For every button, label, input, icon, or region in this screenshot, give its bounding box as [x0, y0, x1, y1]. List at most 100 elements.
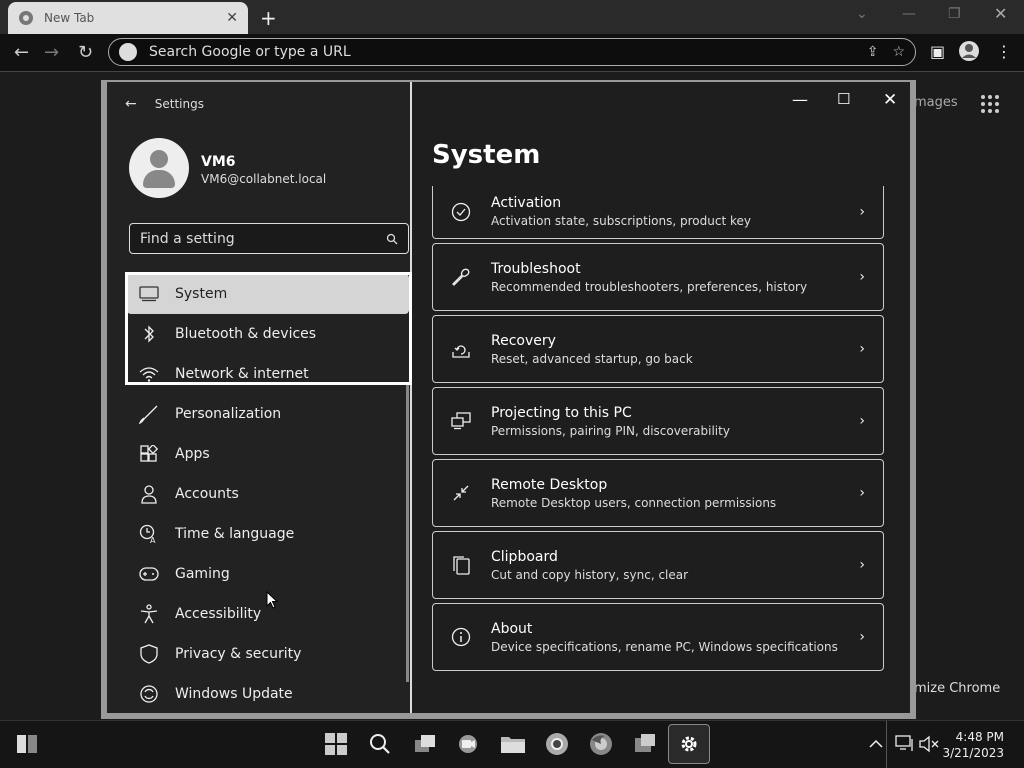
nav-item-bluetooth[interactable]: Bluetooth & devices [127, 314, 409, 354]
settings-gear-icon[interactable] [676, 731, 702, 757]
clock-time: 4:48 PM [955, 730, 1004, 744]
omnibox[interactable]: Search Google or type a URL ⇪ ☆ [108, 38, 916, 66]
card-subtitle: Cut and copy history, sync, clear [491, 567, 689, 582]
bookmark-star-icon[interactable]: ☆ [892, 44, 905, 60]
menu-kebab-icon[interactable]: ⋮ [996, 42, 1012, 61]
remote-app-icon[interactable] [632, 731, 658, 757]
card-activation[interactable]: Activation Activation state, subscription… [432, 186, 884, 239]
minimize-browser-icon[interactable]: — [902, 6, 916, 22]
card-subtitle: Permissions, pairing PIN, discoverabilit… [491, 423, 730, 438]
new-tab-icon[interactable]: + [260, 6, 277, 30]
nav-label: Accessibility [175, 606, 262, 622]
chevron-right-icon: › [859, 557, 865, 573]
nav-label: Privacy & security [175, 646, 302, 662]
back-arrow-icon[interactable]: ← [125, 96, 137, 112]
customize-chrome-button[interactable]: mize Chrome [914, 681, 1000, 696]
bluetooth-icon [139, 324, 159, 344]
card-title: Troubleshoot [491, 260, 581, 277]
nav-item-network[interactable]: Network & internet [127, 354, 409, 394]
reload-icon[interactable]: ↻ [78, 42, 93, 63]
settings-window: ← Settings VM6 VM6@collabnet.local Syste… [101, 80, 916, 719]
project-icon [451, 411, 471, 431]
card-clipboard[interactable]: Clipboard Cut and copy history, sync, cle… [432, 531, 884, 599]
card-subtitle: Recommended troubleshooters, preferences… [491, 279, 808, 294]
card-remote-desktop[interactable]: Remote Desktop Remote Desktop users, conn… [432, 459, 884, 527]
card-troubleshoot[interactable]: Troubleshoot Recommended troubleshooters,… [432, 243, 884, 311]
network-status-icon[interactable] [892, 731, 918, 757]
teams-chat-icon[interactable] [455, 731, 481, 757]
firefox-icon[interactable] [588, 731, 614, 757]
browser-toolbar: ← → ↻ Search Google or type a URL ⇪ ☆ ▣ … [0, 34, 1024, 72]
search-icon[interactable] [386, 233, 398, 245]
images-link[interactable]: mages [914, 95, 958, 110]
card-subtitle: Remote Desktop users, connection permiss… [491, 495, 777, 510]
taskbar-clock[interactable]: 4:48 PM 3/21/2023 [942, 729, 1004, 761]
omnibox-placeholder: Search Google or type a URL [149, 44, 351, 60]
card-subtitle: Activation state, subscriptions, product… [491, 214, 751, 228]
start-windows-icon[interactable] [323, 731, 349, 757]
apps-icon [139, 444, 159, 464]
sidebar-scrollbar[interactable] [406, 382, 409, 682]
card-projecting[interactable]: Projecting to this PC Permissions, pairin… [432, 387, 884, 455]
user-email: VM6@collabnet.local [201, 172, 327, 186]
tab-close-icon[interactable]: ✕ [226, 10, 238, 26]
tray-divider [886, 721, 887, 768]
volume-muted-icon[interactable] [916, 731, 942, 757]
nav-item-apps[interactable]: Apps [127, 434, 409, 474]
card-subtitle: Device specifications, rename PC, Window… [491, 639, 838, 654]
file-explorer-icon[interactable] [500, 731, 526, 757]
nav-item-privacy-security[interactable]: Privacy & security [127, 634, 409, 674]
side-panel-icon[interactable]: ▣ [930, 42, 945, 61]
card-subtitle: Reset, advanced startup, go back [491, 351, 693, 366]
card-title: Projecting to this PC [491, 404, 632, 421]
user-avatar[interactable] [129, 138, 189, 198]
nav-item-time-language[interactable]: A Time & language [127, 514, 409, 554]
task-view-icon[interactable] [412, 731, 438, 757]
monitor-icon [139, 284, 159, 304]
chevron-right-icon: › [859, 203, 865, 220]
restore-browser-icon[interactable]: ❐ [948, 6, 961, 22]
nav-item-system[interactable]: System [127, 274, 409, 314]
check-circle-icon [451, 202, 471, 222]
widgets-icon[interactable] [14, 731, 40, 757]
taskbar: 4:48 PM 3/21/2023 [0, 720, 1024, 768]
tab-search-icon[interactable]: ⌄ [856, 6, 868, 22]
forward-icon[interactable]: → [44, 42, 59, 63]
nav-label: Bluetooth & devices [175, 326, 317, 342]
clock-date: 3/21/2023 [942, 746, 1004, 760]
nav-label: Gaming [175, 566, 230, 582]
nav-item-personalization[interactable]: Personalization [127, 394, 409, 434]
clock-globe-icon: A [139, 524, 159, 544]
chevron-right-icon: › [859, 413, 865, 429]
tab-title: New Tab [44, 11, 95, 25]
maximize-window-icon[interactable]: ☐ [837, 90, 850, 108]
card-title: Remote Desktop [491, 476, 608, 493]
card-about[interactable]: About Device specifications, rename PC, W… [432, 603, 884, 671]
nav-item-accounts[interactable]: Accounts [127, 474, 409, 514]
nav-label: Apps [175, 446, 210, 462]
brush-icon [139, 404, 159, 424]
taskbar-search-icon[interactable] [367, 731, 393, 757]
close-window-icon[interactable]: ✕ [883, 90, 897, 110]
share-icon[interactable]: ⇪ [867, 44, 879, 60]
chrome-taskbar-icon[interactable] [544, 731, 570, 757]
profile-avatar[interactable] [958, 40, 980, 66]
nav-item-windows-update[interactable]: Windows Update [127, 674, 409, 714]
clipboard-icon [451, 555, 471, 575]
close-browser-icon[interactable]: ✕ [994, 4, 1007, 23]
settings-nav: System Bluetooth & devices Network & int… [127, 274, 409, 714]
nav-label: Time & language [175, 526, 295, 542]
mouse-cursor-icon [266, 591, 278, 609]
remote-desktop-icon [451, 483, 471, 503]
browser-tab[interactable]: New Tab ✕ [8, 2, 248, 34]
google-apps-icon[interactable] [980, 94, 1000, 114]
update-icon [139, 684, 159, 704]
find-setting-input[interactable] [140, 230, 386, 247]
back-icon[interactable]: ← [14, 42, 29, 63]
card-recovery[interactable]: Recovery Reset, advanced startup, go back… [432, 315, 884, 383]
nav-item-gaming[interactable]: Gaming [127, 554, 409, 594]
system-settings-list: Activation Activation state, subscription… [432, 186, 884, 719]
settings-sidebar: ← Settings VM6 VM6@collabnet.local Syste… [107, 82, 412, 713]
minimize-window-icon[interactable]: — [792, 90, 808, 109]
wrench-icon [451, 267, 471, 287]
